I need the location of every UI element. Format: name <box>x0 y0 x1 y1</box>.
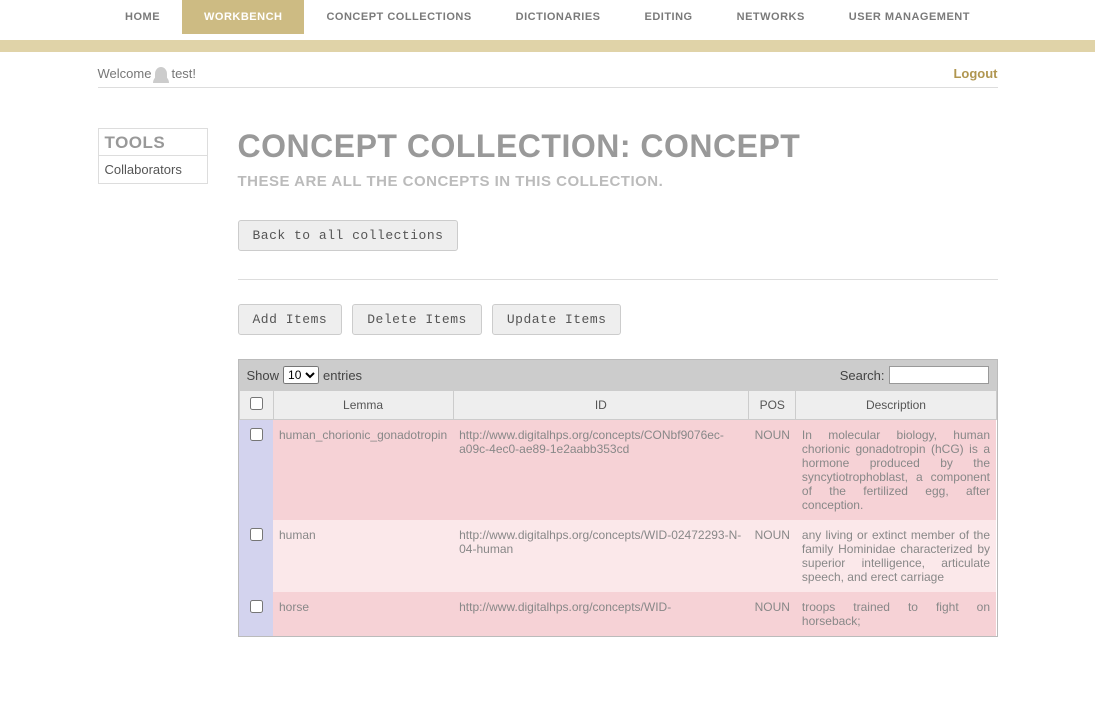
search-label: Search: <box>840 368 885 383</box>
nav-home[interactable]: HOME <box>103 0 182 34</box>
cell-pos: NOUN <box>749 592 796 636</box>
welcome-prefix: Welcome <box>98 66 152 81</box>
data-table: Lemma ID POS Description human_chorionic… <box>239 390 997 636</box>
add-items-button[interactable]: Add Items <box>238 304 343 335</box>
cell-description: any living or extinct member of the fami… <box>796 520 996 592</box>
col-lemma[interactable]: Lemma <box>273 391 453 420</box>
page-subtitle: THESE ARE ALL THE CONCEPTS IN THIS COLLE… <box>238 173 998 190</box>
nav-editing[interactable]: EDITING <box>623 0 715 34</box>
sidebar-item-collaborators[interactable]: Collaborators <box>98 155 208 184</box>
row-checkbox[interactable] <box>250 428 263 441</box>
cell-lemma: human_chorionic_gonadotropin <box>273 420 453 521</box>
select-all-checkbox[interactable] <box>250 397 263 410</box>
logout-link[interactable]: Logout <box>953 66 997 81</box>
nav-dictionaries[interactable]: DICTIONARIES <box>494 0 623 34</box>
nav-workbench[interactable]: WORKBENCH <box>182 0 304 34</box>
cell-pos: NOUN <box>749 520 796 592</box>
row-checkbox[interactable] <box>250 528 263 541</box>
cell-lemma: horse <box>273 592 453 636</box>
nav-networks[interactable]: NETWORKS <box>715 0 827 34</box>
table-row: human_chorionic_gonadotropin http://www.… <box>239 420 996 521</box>
user-icon <box>155 67 167 81</box>
back-button[interactable]: Back to all collections <box>238 220 459 251</box>
welcome-bar: Welcome test! Logout <box>98 52 998 88</box>
cell-pos: NOUN <box>749 420 796 521</box>
table-row: horse http://www.digitalhps.org/concepts… <box>239 592 996 636</box>
nav-concept-collections[interactable]: CONCEPT COLLECTIONS <box>304 0 493 34</box>
cell-id: http://www.digitalhps.org/concepts/WID-0… <box>453 520 748 592</box>
welcome-username: test! <box>171 66 196 81</box>
col-check[interactable] <box>239 391 273 420</box>
section-divider <box>238 279 998 280</box>
page-title: CONCEPT COLLECTION: CONCEPT <box>238 128 998 165</box>
top-nav: HOME WORKBENCH CONCEPT COLLECTIONS DICTI… <box>0 0 1095 34</box>
divider-strip <box>0 40 1095 52</box>
search-input[interactable] <box>889 366 989 384</box>
cell-description: troops trained to fight on horseback; <box>796 592 996 636</box>
col-description[interactable]: Description <box>796 391 996 420</box>
update-items-button[interactable]: Update Items <box>492 304 622 335</box>
content: CONCEPT COLLECTION: CONCEPT THESE ARE AL… <box>238 128 998 637</box>
table-row: human http://www.digitalhps.org/concepts… <box>239 520 996 592</box>
cell-description: In molecular biology, human chorionic go… <box>796 420 996 521</box>
sidebar: TOOLS Collaborators <box>98 128 208 637</box>
page-size-select[interactable]: 10 <box>283 366 319 384</box>
row-checkbox[interactable] <box>250 600 263 613</box>
sidebar-title: TOOLS <box>98 128 208 155</box>
delete-items-button[interactable]: Delete Items <box>352 304 482 335</box>
nav-user-management[interactable]: USER MANAGEMENT <box>827 0 992 34</box>
col-id[interactable]: ID <box>453 391 748 420</box>
col-pos[interactable]: POS <box>749 391 796 420</box>
cell-lemma: human <box>273 520 453 592</box>
show-label: Show <box>247 368 280 383</box>
entries-label: entries <box>323 368 362 383</box>
cell-id: http://www.digitalhps.org/concepts/WID- <box>453 592 748 636</box>
table-toolbar: Show 10 entries Search: <box>239 360 997 390</box>
cell-id: http://www.digitalhps.org/concepts/CONbf… <box>453 420 748 521</box>
table-wrap: Show 10 entries Search: Lemma ID <box>238 359 998 637</box>
